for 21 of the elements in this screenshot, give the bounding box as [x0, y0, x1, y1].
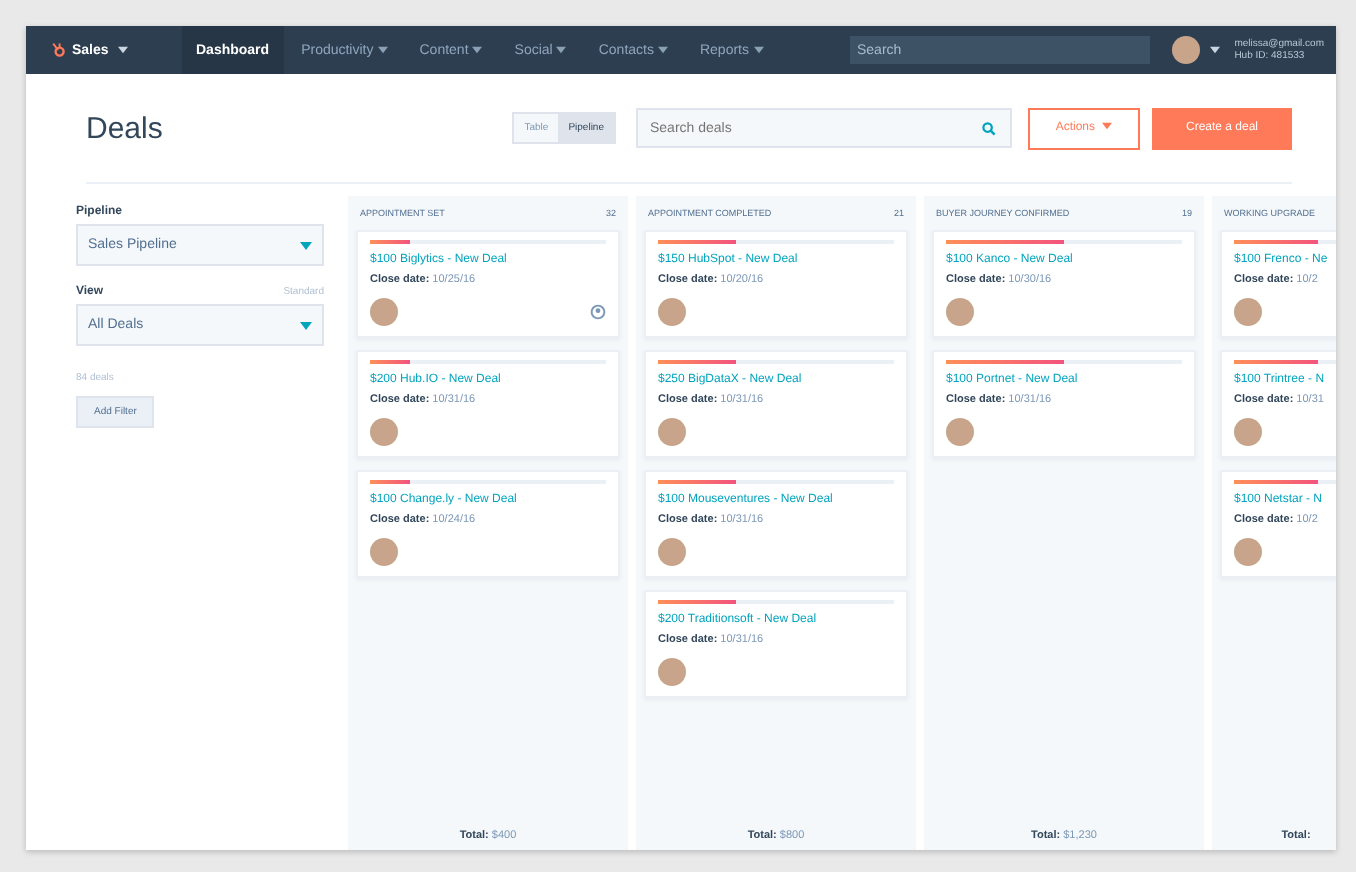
page-title: Deals — [86, 111, 163, 145]
sprocket-logo-icon — [50, 42, 66, 58]
owner-avatar — [946, 418, 974, 446]
owner-avatar — [370, 418, 398, 446]
owner-avatar — [1234, 298, 1262, 326]
user-avatar[interactable] — [1172, 36, 1201, 64]
owner-avatar — [658, 418, 686, 446]
caret-icon — [300, 321, 312, 329]
owner-avatar — [1234, 538, 1262, 566]
owner-avatar — [658, 658, 686, 686]
owner-avatar — [658, 298, 686, 326]
owner-avatar — [370, 538, 398, 566]
caret-icon — [118, 46, 129, 54]
owner-avatar — [370, 298, 398, 326]
owner-avatar — [1234, 418, 1262, 446]
caret-icon — [300, 241, 312, 249]
owner-avatar — [946, 298, 974, 326]
caret-icon — [1102, 122, 1113, 130]
owner-avatar — [658, 538, 686, 566]
search-icon — [982, 121, 996, 135]
caret-icon[interactable] — [1210, 46, 1221, 54]
